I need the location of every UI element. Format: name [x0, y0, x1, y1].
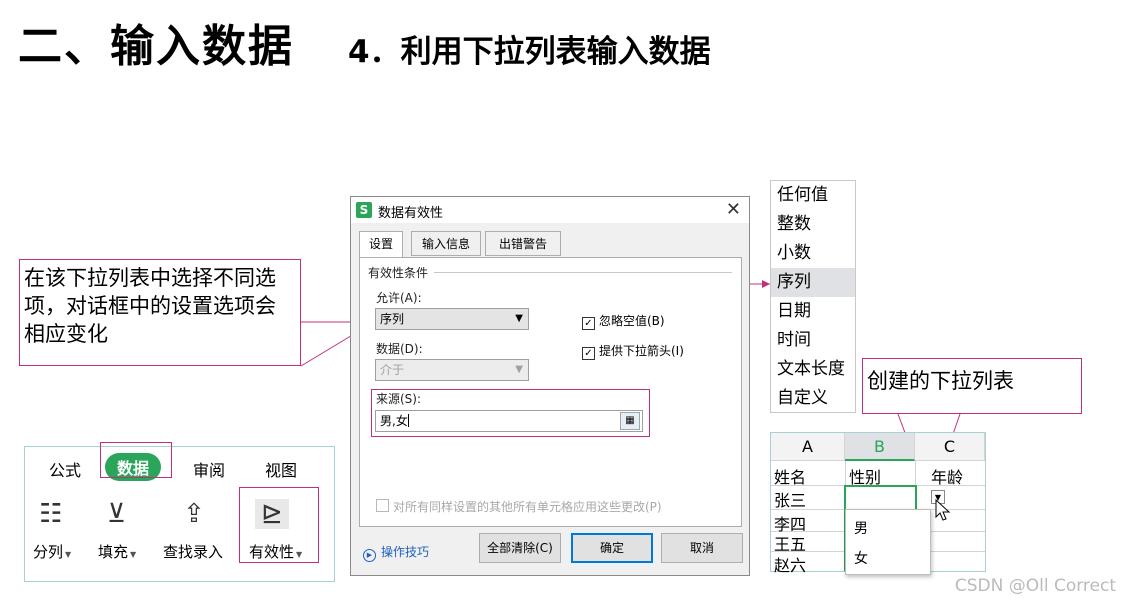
close-icon[interactable]: ✕: [726, 199, 741, 220]
list-item-any-value[interactable]: 任何值: [771, 181, 855, 210]
validation-criteria-heading: 有效性条件: [368, 266, 429, 280]
name-cell[interactable]: 张三: [772, 487, 806, 511]
dropdown-option-male[interactable]: 男: [854, 518, 868, 538]
dialog-titlebar[interactable]: S 数据有效性 ✕: [351, 197, 749, 223]
in-cell-dropdown-checkbox[interactable]: ✓ 提供下拉箭头(I): [582, 342, 684, 360]
fill-icon: ⊻: [107, 499, 127, 529]
spreadsheet-preview: A B C 姓名 性别 年龄 张三 李四 王五 赵六 ▼ 男 女: [770, 432, 986, 575]
callout-created-list: 创建的下拉列表: [862, 358, 1082, 414]
checkbox-checked-icon: ✓: [582, 347, 595, 360]
list-item-decimal[interactable]: 小数: [771, 239, 855, 268]
list-item-time[interactable]: 时间: [771, 326, 855, 355]
in-cell-dropdown-label: 提供下拉箭头(I): [599, 344, 684, 358]
list-item-date[interactable]: 日期: [771, 297, 855, 326]
apply-all-checkbox: 对所有同样设置的其他所有单元格应用这些更改(P): [376, 498, 662, 515]
name-cell[interactable]: 赵六: [772, 552, 806, 576]
column-header-c[interactable]: C: [915, 433, 985, 461]
tab-input-message[interactable]: 输入信息: [411, 231, 481, 256]
ignore-blank-label: 忽略空值(B): [599, 314, 665, 328]
source-highlight-frame: [371, 389, 650, 437]
cancel-button[interactable]: 取消: [661, 533, 743, 563]
mouse-pointer-icon: [935, 499, 951, 521]
list-item-whole-number[interactable]: 整数: [771, 210, 855, 239]
chevron-down-icon: ▼: [65, 550, 72, 559]
settings-panel: 有效性条件 允许(A): 序列 ▼ ✓ 忽略空值(B) 数据(D): 介于 ▼ ✓…: [359, 257, 742, 527]
ribbon-panel: 公式 数据 审阅 视图 ☷ 分列 ▼ ⊻ 填充 ▼ ⇪ 查找录入 ⊵ 有效性 ▼: [24, 442, 335, 582]
allow-highlight-anchor: [370, 303, 535, 337]
cell-dropdown-list: 男 女: [845, 509, 931, 575]
tab-review[interactable]: 审阅: [193, 457, 225, 481]
data-tab-highlight-frame: [100, 442, 172, 478]
lookup-entry-icon: ⇪: [183, 499, 205, 529]
clear-all-button[interactable]: 全部清除(C): [479, 533, 561, 563]
apply-all-label: 对所有同样设置的其他所有单元格应用这些更改(P): [393, 500, 662, 514]
list-item-text-length[interactable]: 文本长度: [771, 355, 855, 384]
data-select: 介于 ▼: [375, 359, 529, 381]
header-cell-age[interactable]: 年龄: [929, 464, 963, 488]
allow-options-list: 任何值 整数 小数 序列 日期 时间 文本长度 自定义: [770, 180, 856, 413]
chevron-down-icon: ▼: [130, 550, 137, 559]
tips-link-label: 操作技巧: [381, 545, 430, 559]
lookup-entry-button[interactable]: 查找录入: [163, 541, 223, 562]
section-divider: [434, 272, 732, 273]
tab-error-alert[interactable]: 出错警告: [485, 231, 561, 256]
tab-settings[interactable]: 设置: [359, 231, 403, 258]
watermark: CSDN @Oll Correct: [954, 576, 1116, 596]
split-columns-icon: ☷: [39, 499, 63, 529]
fill-button[interactable]: 填充 ▼: [98, 541, 136, 562]
checkbox-checked-icon: ✓: [582, 317, 595, 330]
dialog-title: 数据有效性: [378, 206, 444, 221]
play-icon: ▶: [363, 549, 376, 562]
header-cell-name[interactable]: 姓名: [772, 464, 806, 488]
ok-button[interactable]: 确定: [571, 533, 653, 563]
tab-view[interactable]: 视图: [265, 457, 297, 481]
column-header-a[interactable]: A: [771, 433, 845, 461]
data-select-value: 介于: [380, 363, 405, 377]
column-header-b[interactable]: B: [845, 433, 915, 461]
callout-select-option: 在该下拉列表中选择不同选项，对话框中的设置选项会相应变化: [19, 259, 301, 366]
split-columns-button[interactable]: 分列 ▼: [33, 541, 71, 562]
tips-link[interactable]: ▶ 操作技巧: [363, 543, 429, 562]
data-validation-dialog: S 数据有效性 ✕ 设置 输入信息 出错警告 有效性条件 允许(A): 序列 ▼…: [350, 196, 750, 576]
list-item-sequence[interactable]: 序列: [771, 268, 855, 297]
list-item-custom[interactable]: 自定义: [771, 384, 855, 413]
chevron-down-icon: ▼: [515, 364, 523, 375]
dropdown-option-female[interactable]: 女: [854, 548, 868, 568]
data-label: 数据(D):: [376, 342, 423, 356]
tab-formula[interactable]: 公式: [49, 457, 81, 481]
wps-logo-icon: S: [356, 202, 372, 218]
checkbox-unchecked-icon: [376, 499, 389, 512]
ignore-blank-checkbox[interactable]: ✓ 忽略空值(B): [582, 312, 665, 330]
validation-highlight-frame: [239, 487, 319, 563]
